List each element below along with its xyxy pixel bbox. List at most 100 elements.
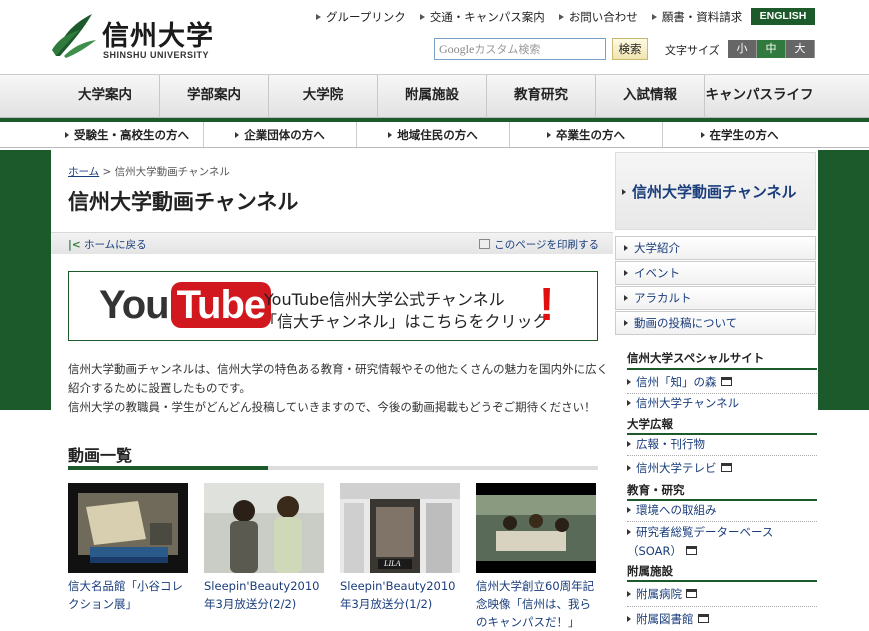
banner-line-1: YouTube信州大学公式チャンネル <box>264 290 505 309</box>
anav-label: 企業団体の方へ <box>244 127 325 142</box>
fontsize-medium-button[interactable]: 中 <box>757 40 786 58</box>
sidebar-item-upload[interactable]: 動画の投稿について <box>615 311 816 335</box>
decor-band-right <box>818 150 869 410</box>
sidebar-link-hospital[interactable]: 附属病院 <box>627 585 815 604</box>
anav-item-students[interactable]: 在学生の方へ <box>663 122 816 147</box>
logo-name: 信州大学 <box>102 21 214 52</box>
gnav-item-faculties[interactable]: 学部案内 <box>160 75 269 118</box>
sidebar-item-about[interactable]: 大学紹介 <box>615 236 816 260</box>
fontsize-large-button[interactable]: 大 <box>786 40 815 58</box>
gnav-item-graduate[interactable]: 大学院 <box>269 75 378 118</box>
youtube-logo: You Tube <box>99 282 272 328</box>
video-caption[interactable]: 信州大学創立60周年記念映像「信州は、我らのキャンパスだ！」 <box>476 577 596 631</box>
external-window-icon <box>686 589 697 598</box>
print-link[interactable]: このページを印刷する <box>479 237 599 252</box>
sidebar-link-tv[interactable]: 信州大学テレビ <box>627 459 815 478</box>
arrow-right-icon <box>624 270 628 276</box>
sidebar-link-label: 信州大学テレビ <box>636 461 717 475</box>
right-sidebar: 信州大学動画チャンネル 大学紹介 イベント アラカルト 動画の投稿について 信州… <box>613 150 818 631</box>
english-button[interactable]: ENGLISH <box>751 8 815 25</box>
sidebar-item-label: 動画の投稿について <box>634 316 738 330</box>
search-button[interactable]: 検索 <box>612 38 648 60</box>
arrow-right-icon <box>627 400 631 406</box>
sidebar-link-label: 附属図書館 <box>636 612 694 626</box>
search-input[interactable]: Googleカスタム検索 <box>434 38 606 60</box>
video-thumbnail[interactable] <box>476 483 596 573</box>
anav-item-residents[interactable]: 地域住民の方へ <box>357 122 510 147</box>
util-link-label: お問い合わせ <box>568 10 638 24</box>
video-caption[interactable]: Sleepin'Beauty2010年3月放送分(2/2) <box>204 577 324 613</box>
video-thumbnail-image <box>68 483 188 573</box>
breadcrumb-sep: > <box>99 166 115 178</box>
breadcrumb-home-link[interactable]: ホーム <box>68 166 99 178</box>
util-link-access[interactable]: 交通・キャンパス案内 <box>419 9 545 25</box>
external-window-icon <box>720 463 732 472</box>
video-item[interactable]: LILA Sleepin'Beauty2010年3月放送分(1/2) <box>340 483 460 613</box>
arrow-right-icon <box>627 529 631 535</box>
gnav-item-about[interactable]: 大学案内 <box>51 75 160 118</box>
gnav-item-research[interactable]: 教育研究 <box>487 75 596 118</box>
anav-label: 卒業生の方へ <box>556 127 625 142</box>
gnav-item-campuslife[interactable]: キャンパスライフ <box>705 75 814 118</box>
banner-line-2: 「信大チャンネル」はこちらをクリック <box>261 312 549 331</box>
sidebar-sep <box>627 521 817 522</box>
sidebar-item-events[interactable]: イベント <box>615 261 816 285</box>
printer-icon <box>479 239 491 249</box>
sidebar-link-label: 信州大学チャンネル <box>636 396 740 410</box>
arrow-right-icon <box>627 616 631 622</box>
fontsize-label: 文字サイズ <box>665 44 720 57</box>
fontsize-switcher: 小 中 大 <box>728 40 815 58</box>
sidebar-link-environment[interactable]: 環境への取組み <box>627 501 815 520</box>
print-label: このページを印刷する <box>494 239 599 251</box>
gnav-item-facilities[interactable]: 附属施設 <box>378 75 487 118</box>
gnav-item-admissions[interactable]: 入試情報 <box>596 75 705 118</box>
util-link-label: 交通・キャンパス案内 <box>429 10 545 24</box>
sidebar-item-alacarte[interactable]: アラカルト <box>615 286 816 310</box>
utility-links: グループリンク 交通・キャンパス案内 お問い合わせ 願書・資料請求 <box>316 8 756 26</box>
video-thumbnail[interactable] <box>68 483 188 573</box>
sidebar-link-label: 信州「知」の森 <box>636 375 717 389</box>
util-link-label: グループリンク <box>326 10 406 24</box>
fontsize-small-button[interactable]: 小 <box>728 40 757 58</box>
sidebar-item-label: アラカルト <box>634 291 692 305</box>
external-window-icon <box>697 614 709 623</box>
sidebar-link-channel[interactable]: 信州大学チャンネル <box>627 394 815 413</box>
video-thumbnail[interactable] <box>204 483 324 573</box>
sidebar-heading[interactable]: 信州大学動画チャンネル <box>622 181 812 203</box>
page-title: 信州大学動画チャンネル <box>68 190 299 214</box>
youtube-channel-banner[interactable]: You Tube YouTube信州大学公式チャンネル 「信大チャンネル」はこちら… <box>68 271 598 341</box>
anav-item-alumni[interactable]: 卒業生の方へ <box>510 122 663 147</box>
anav-label: 地域住民の方へ <box>397 127 478 142</box>
arrow-right-icon <box>547 131 551 138</box>
video-caption[interactable]: Sleepin'Beauty2010年3月放送分(1/2) <box>340 577 460 613</box>
anav-item-companies[interactable]: 企業団体の方へ <box>204 122 357 147</box>
youtube-logo-tube: Tube <box>170 282 272 328</box>
sidebar-heading-box: 信州大学動画チャンネル <box>615 152 816 230</box>
arrow-right-icon <box>622 189 626 195</box>
video-item[interactable]: 信州大学創立60周年記念映像「信州は、我らのキャンパスだ！」 <box>476 483 596 631</box>
sidebar-link-soar[interactable]: 研究者総覧データーベース（SOAR） <box>627 523 815 561</box>
video-thumbnail[interactable]: LILA <box>340 483 460 573</box>
util-link-group[interactable]: グループリンク <box>316 9 406 25</box>
video-caption[interactable]: 信大名品館「小谷コレクション展」 <box>68 577 188 613</box>
back-home-label: ホームに戻る <box>83 239 147 251</box>
video-item[interactable]: 信大名品館「小谷コレクション展」 <box>68 483 188 613</box>
sidebar-link-library[interactable]: 附属図書館 <box>627 610 815 629</box>
video-item[interactable]: Sleepin'Beauty2010年3月放送分(2/2) <box>204 483 324 613</box>
arrow-right-icon <box>624 245 628 251</box>
google-brand: Google <box>439 42 475 56</box>
anav-item-prospective[interactable]: 受験生・高校生の方へ <box>51 122 204 147</box>
util-link-request[interactable]: 願書・資料請求 <box>651 9 742 25</box>
logo-leaf-icon <box>52 14 96 58</box>
sidebar-link-label: 研究者総覧データーベース（SOAR） <box>627 525 774 558</box>
section-rule-accent <box>68 466 268 470</box>
sidebar-sep <box>627 606 817 607</box>
arrow-right-icon <box>627 441 631 447</box>
site-logo[interactable]: 信州大学 SHINSHU UNIVERSITY <box>50 10 220 64</box>
back-home-link[interactable]: |< ホームに戻る <box>68 237 147 252</box>
decor-band-left <box>0 150 51 410</box>
sidebar-link-label: 環境への取組み <box>636 503 717 517</box>
sidebar-link-publications[interactable]: 広報・刊行物 <box>627 435 815 454</box>
sidebar-link-chinomori[interactable]: 信州「知」の森 <box>627 373 815 392</box>
util-link-contact[interactable]: お問い合わせ <box>558 9 638 25</box>
